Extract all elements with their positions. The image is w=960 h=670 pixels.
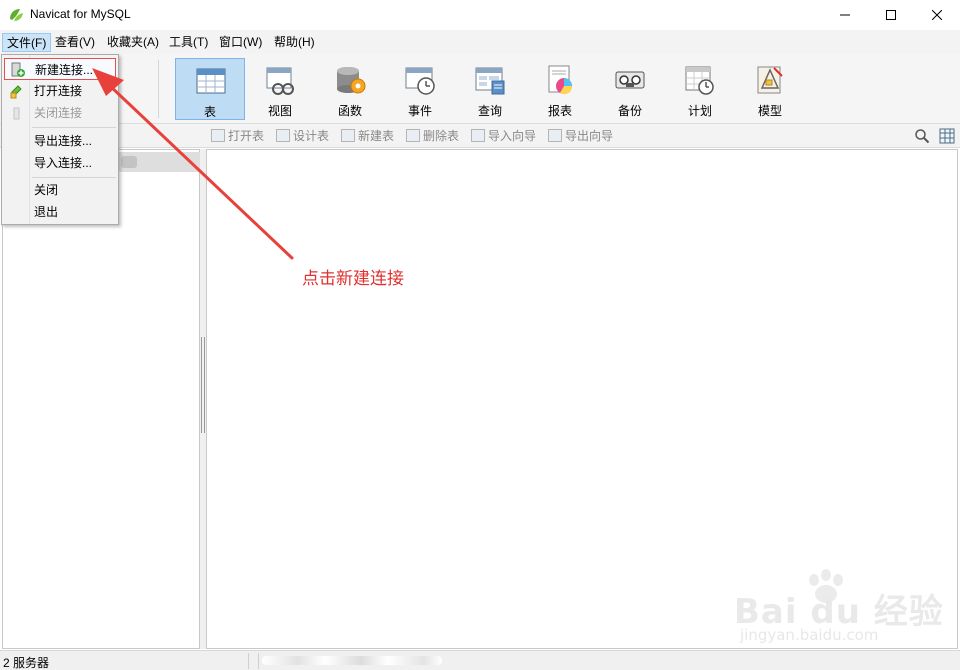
- toolbar-schedule-button[interactable]: 计划: [665, 58, 735, 120]
- toolbar-backup-button[interactable]: 备份: [595, 58, 665, 120]
- backup-icon: [615, 71, 645, 89]
- title-bar: Navicat for MySQL: [0, 0, 960, 30]
- function-icon: [337, 67, 366, 94]
- splitter-handle[interactable]: [201, 337, 205, 433]
- menu-help[interactable]: 帮助(H): [270, 33, 319, 52]
- menu-close-connection[interactable]: 关闭连接: [4, 102, 116, 124]
- toolbar-event-button[interactable]: 事件: [385, 58, 455, 120]
- menu-export-connection-label: 导出连接...: [34, 134, 93, 148]
- search-icon[interactable]: [914, 128, 930, 144]
- new-table-label: 新建表: [358, 129, 395, 143]
- menu-import-connection-label: 导入连接...: [34, 156, 93, 170]
- close-icon: [932, 10, 942, 20]
- toolbar-view-label: 视图: [267, 104, 292, 118]
- toolbar-report-label: 报表: [547, 104, 572, 118]
- menu-favorites[interactable]: 收藏夹(A): [103, 33, 163, 52]
- object-toolbar: 打开表 设计表 新建表 删除表 导入向导 导出向导: [0, 124, 960, 148]
- menu-close-label: 关闭: [34, 183, 59, 197]
- annotation-text: 点击新建连接: [302, 269, 404, 289]
- query-icon: [475, 67, 505, 95]
- menu-exit-label: 退出: [34, 205, 59, 219]
- menu-view[interactable]: 查看(V): [51, 33, 99, 52]
- menu-file[interactable]: 文件(F): [2, 33, 52, 52]
- toolbar-table-button[interactable]: 表: [175, 58, 245, 120]
- toolbar-event-label: 事件: [407, 104, 432, 118]
- new-table-button[interactable]: 新建表: [341, 128, 394, 144]
- open-table-icon: [211, 129, 225, 142]
- menu-bar: 文件(F) 查看(V) 收藏夹(A) 工具(T) 窗口(W) 帮助(H): [0, 30, 960, 54]
- toolbar-query-label: 查询: [477, 104, 502, 118]
- status-separator: [258, 653, 259, 669]
- status-separator: [248, 653, 249, 669]
- toolbar-view-button[interactable]: 视图: [245, 58, 315, 120]
- open-table-label: 打开表: [228, 129, 265, 143]
- new-connection-icon: [11, 62, 25, 77]
- menu-new-connection[interactable]: 新建连接...: [4, 58, 116, 80]
- menu-open-connection-label: 打开连接: [34, 84, 83, 98]
- menu-export-connection[interactable]: 导出连接...: [4, 130, 116, 152]
- menu-separator: [32, 127, 116, 128]
- maximize-button[interactable]: [868, 0, 914, 30]
- watermark-url: jingyan.baidu.com: [740, 626, 879, 644]
- menu-new-connection-label: 新建连接...: [35, 63, 94, 77]
- delete-table-icon: [406, 129, 420, 142]
- blurred-connection-item[interactable]: [113, 152, 201, 172]
- open-connection-icon: [10, 85, 22, 99]
- toolbar-query-button[interactable]: 查询: [455, 58, 525, 120]
- schedule-icon: [685, 66, 714, 95]
- menu-separator: [32, 177, 116, 178]
- menu-tools[interactable]: 工具(T): [165, 33, 212, 52]
- design-table-label: 设计表: [293, 129, 330, 143]
- minimize-button[interactable]: [822, 0, 868, 30]
- export-wizard-icon: [548, 129, 562, 142]
- menu-close-connection-label: 关闭连接: [34, 106, 83, 120]
- close-connection-icon: [13, 107, 20, 120]
- server-count: 2 服务器: [3, 656, 50, 670]
- toolbar-backup-label: 备份: [617, 104, 642, 118]
- view-icon: [266, 67, 294, 95]
- model-icon: [757, 66, 783, 94]
- import-wizard-icon: [471, 129, 485, 142]
- menu-import-connection[interactable]: 导入连接...: [4, 152, 116, 174]
- menu-open-connection[interactable]: 打开连接: [4, 80, 116, 102]
- table-icon: [196, 68, 226, 94]
- close-button[interactable]: [914, 0, 960, 30]
- toolbar-function-button[interactable]: 函数: [315, 58, 385, 120]
- toolbar-report-button[interactable]: 报表: [525, 58, 595, 120]
- delete-table-label: 删除表: [423, 129, 460, 143]
- grid-view-icon[interactable]: [939, 128, 955, 144]
- menu-window[interactable]: 窗口(W): [215, 33, 266, 52]
- toolbar-function-label: 函数: [337, 104, 362, 118]
- toolbar-model-label: 模型: [757, 104, 782, 118]
- export-wizard-label: 导出向导: [565, 129, 614, 143]
- toolbar-model-button[interactable]: 模型: [735, 58, 805, 120]
- minimize-icon: [840, 14, 850, 16]
- new-table-icon: [341, 129, 355, 142]
- event-icon: [405, 67, 435, 95]
- navicat-logo-icon: [10, 9, 23, 21]
- menu-exit[interactable]: 退出: [4, 201, 116, 223]
- open-table-button[interactable]: 打开表: [211, 128, 264, 144]
- status-bar: 2 服务器: [0, 650, 960, 670]
- toolbar-separator: [158, 60, 159, 118]
- baidu-watermark: Bai du 经验 jingyan.baidu.com: [734, 568, 946, 652]
- toolbar-schedule-label: 计划: [687, 104, 712, 118]
- import-wizard-label: 导入向导: [488, 129, 537, 143]
- design-table-button[interactable]: 设计表: [276, 128, 329, 144]
- window-title: Navicat for MySQL: [30, 7, 131, 21]
- main-toolbar: 表 视图 函数 事件 查询 报表 备份 计划 模型: [0, 54, 960, 124]
- menu-close[interactable]: 关闭: [4, 179, 116, 201]
- report-icon: [548, 65, 573, 95]
- delete-table-button[interactable]: 删除表: [406, 128, 459, 144]
- export-wizard-button[interactable]: 导出向导: [548, 128, 613, 144]
- toolbar-table-label: 表: [203, 105, 216, 119]
- design-table-icon: [276, 129, 290, 142]
- import-wizard-button[interactable]: 导入向导: [471, 128, 536, 144]
- file-menu-dropdown: 新建连接... 打开连接 关闭连接 导出连接... 导入连接... 关闭 退出: [1, 54, 119, 225]
- blurred-status-text: [262, 656, 442, 665]
- maximize-icon: [886, 10, 896, 20]
